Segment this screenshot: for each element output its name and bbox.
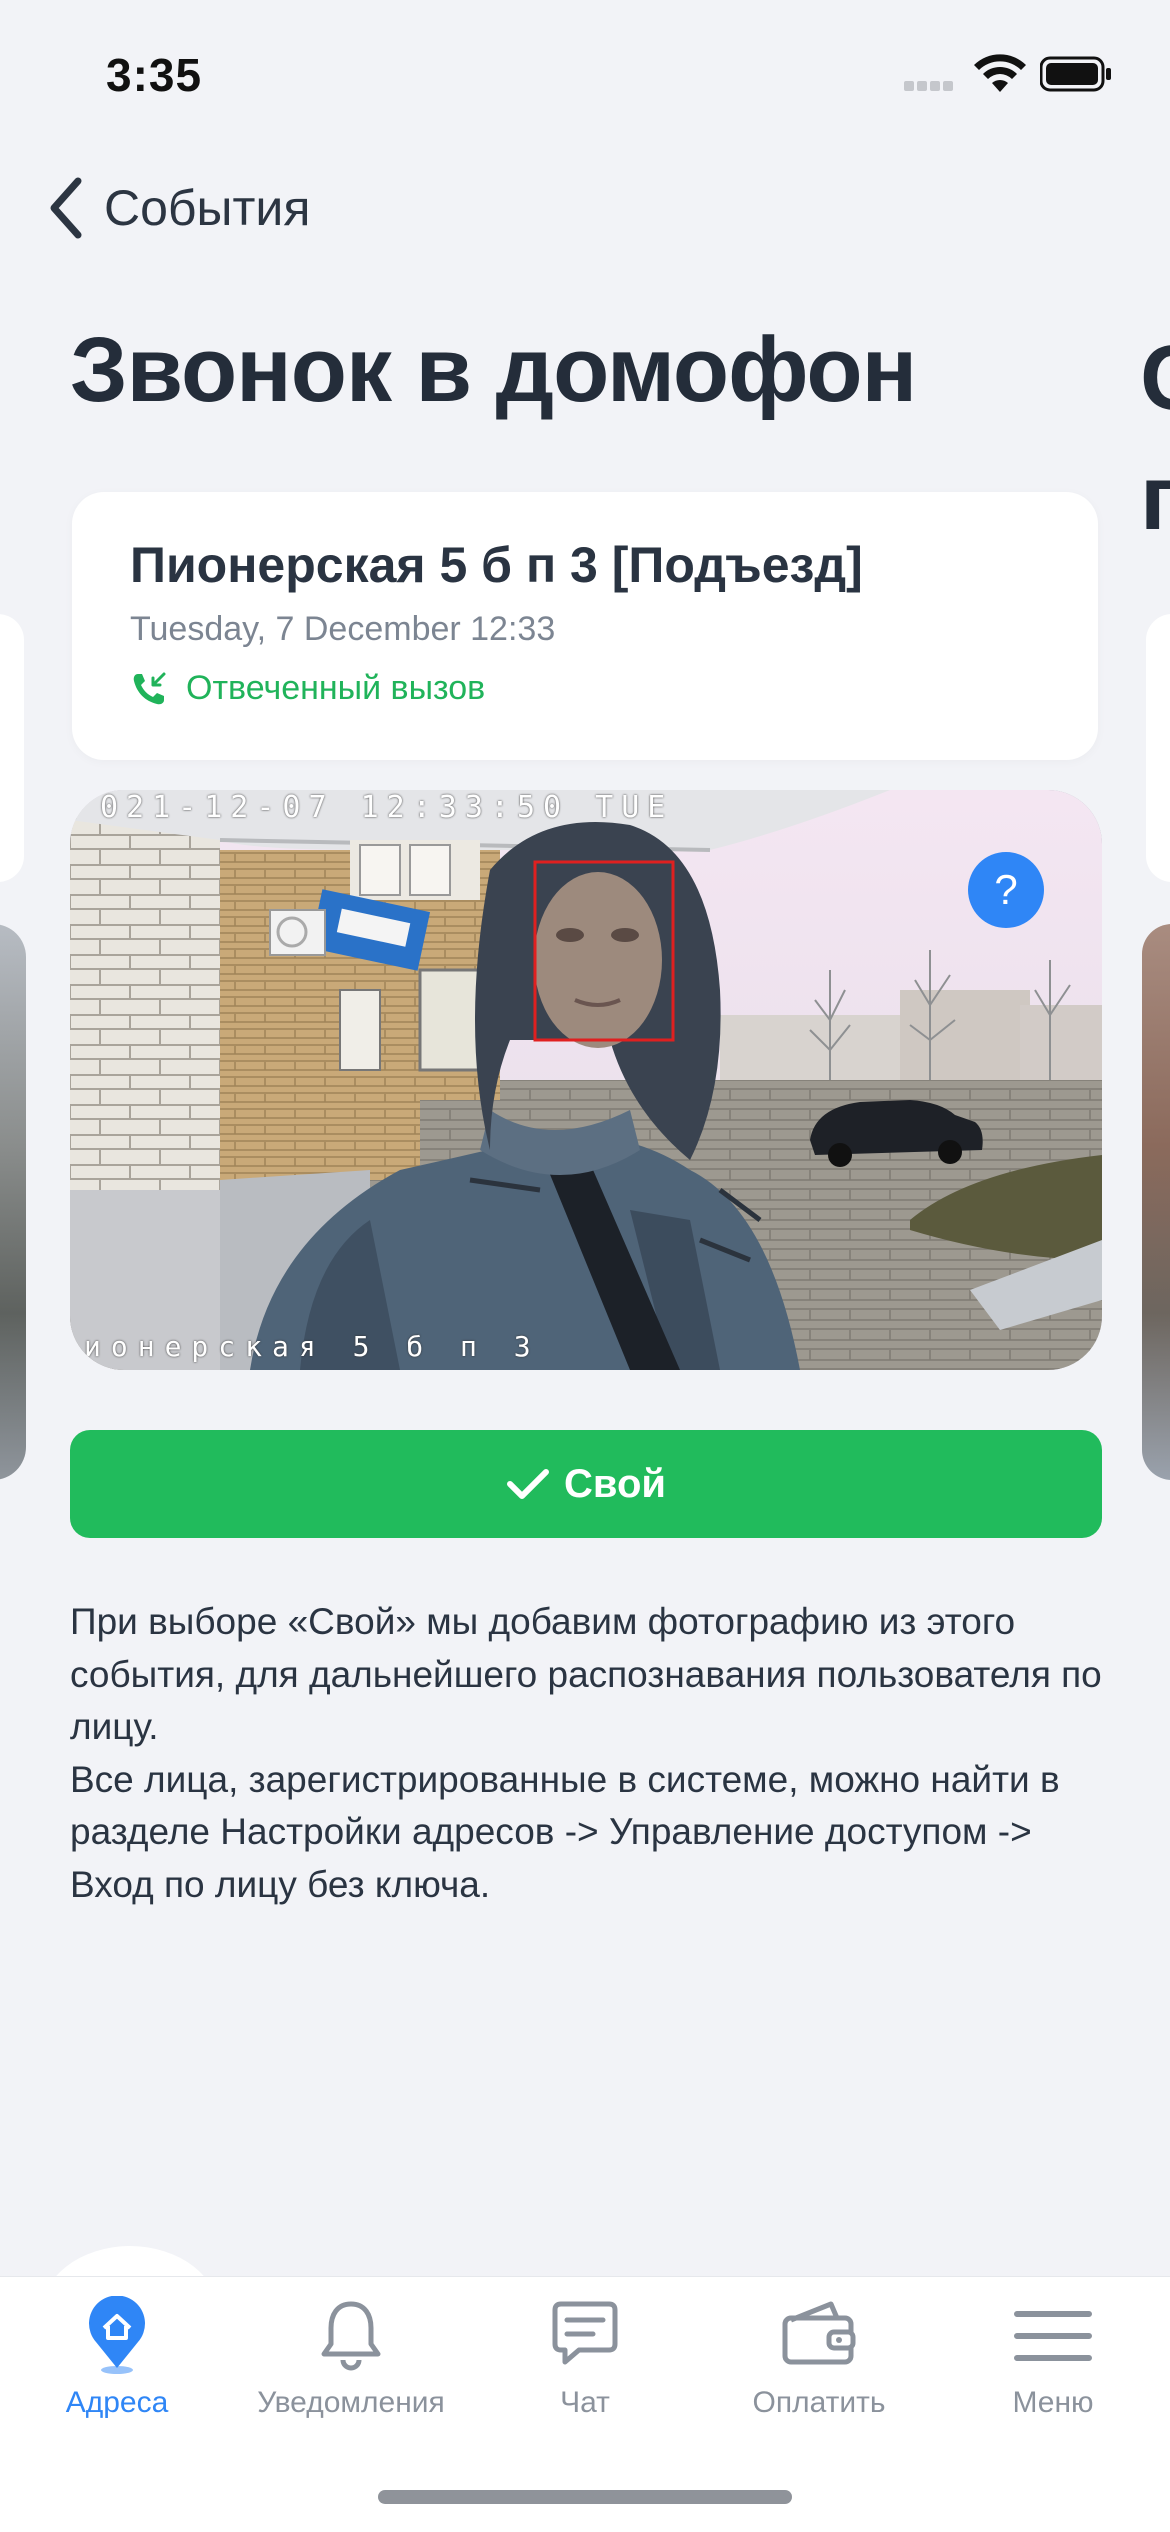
location-home-icon [89,2296,145,2374]
battery-icon [1040,56,1111,92]
status-time: 3:35 [106,49,203,101]
answered-call-icon [133,672,166,705]
bell-icon [321,2301,381,2371]
event-status: Отвеченный вызов [130,668,485,708]
description-paragraph-2: Все лица, зарегистрированные в системе, … [70,1758,1060,1905]
checkmark-icon [507,1469,549,1499]
help-button[interactable]: ? [968,852,1044,928]
chat-icon [552,2301,618,2365]
tab-pay[interactable]: Оплатить [702,2296,936,2420]
next-page-title-peek: Сп [1140,327,1170,549]
page-title: Звонок в домофон [70,319,917,421]
event-card: Пионерская 5 б п 3 [Подъезд] Tuesday, 7 … [72,492,1098,760]
tab-chat[interactable]: Чат [468,2296,702,2420]
description-text: При выборе «Свой» мы добавим фотографию … [70,1596,1110,1911]
own-button-label: Свой [564,1461,666,1506]
previous-image-peek[interactable] [0,924,26,1480]
wallet-icon [782,2301,856,2365]
chevron-left-icon [50,177,82,239]
camera-scene [70,790,1102,1370]
home-indicator[interactable] [378,2490,792,2504]
status-bar: 3:35 [0,0,1170,150]
cellular-signal-icon [904,78,956,96]
description-paragraph-1: При выборе «Свой» мы добавим фотографию … [70,1601,1102,1747]
tab-pay-label: Оплатить [752,2386,886,2419]
event-datetime: Tuesday, 7 December 12:33 [130,610,556,648]
tab-notifications-label: Уведомления [257,2386,445,2419]
own-button[interactable]: Свой [70,1430,1102,1538]
previous-card-peek[interactable] [0,614,24,882]
menu-icon [1014,2311,1092,2361]
tab-menu[interactable]: Меню [936,2296,1170,2420]
next-card-peek[interactable] [1146,614,1170,882]
wifi-icon [974,54,1026,92]
tab-notifications[interactable]: Уведомления [234,2296,468,2420]
event-status-label: Отвеченный вызов [186,668,486,707]
tab-chat-label: Чат [560,2386,610,2419]
tab-addresses-label: Адреса [65,2386,169,2419]
event-address: Пионерская 5 б п 3 [Подъезд] [130,537,863,593]
camera-snapshot[interactable]: 021-12-07 12:33:50 TUE ионерская 5 б п 3… [70,790,1102,1370]
back-button[interactable]: События [44,170,310,246]
camera-caption: ионерская 5 б п 3 [84,1330,541,1363]
tab-addresses[interactable]: Адреса [0,2296,234,2420]
next-image-peek[interactable] [1142,924,1170,1480]
tab-menu-label: Меню [1012,2386,1094,2419]
camera-timestamp: 021-12-07 12:33:50 TUE [100,790,674,825]
back-label: События [104,180,311,236]
